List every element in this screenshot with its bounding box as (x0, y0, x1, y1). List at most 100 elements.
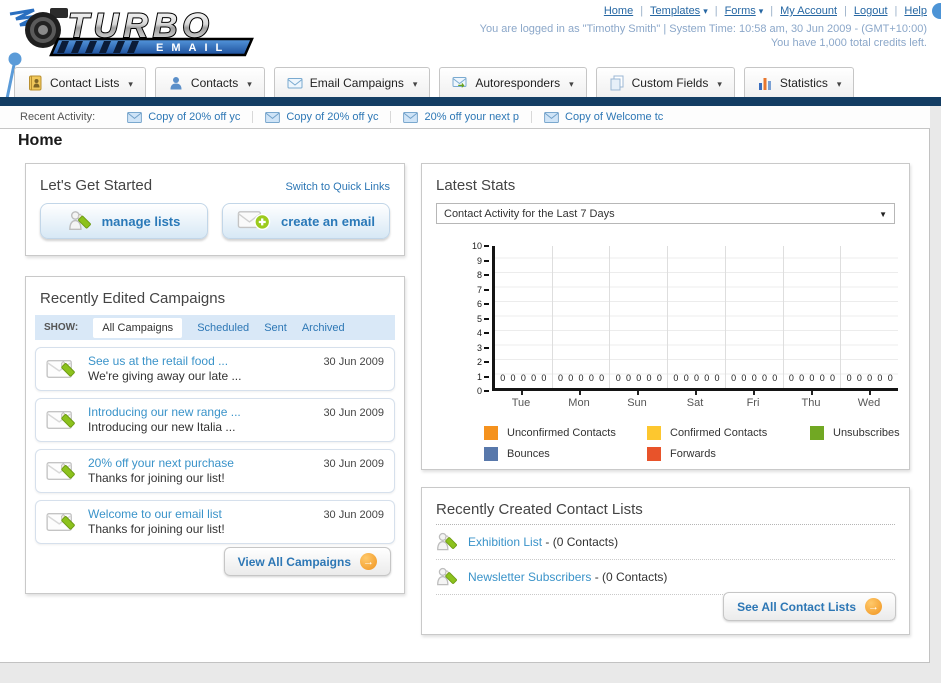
campaign-date: 30 Jun 2009 (323, 458, 384, 470)
nav-tab-custom-fields[interactable]: Custom Fields (595, 67, 735, 97)
y-axis-tick: 8 (477, 270, 489, 280)
y-axis-tick: 1 (477, 372, 489, 382)
person-pencil-icon (437, 532, 457, 551)
envelope-pencil-icon (46, 512, 75, 532)
nav-tab-autoresponders[interactable]: Autoresponders (439, 67, 587, 97)
campaign-list-item[interactable]: Welcome to our email list Thanks for join… (35, 500, 395, 544)
create-email-button[interactable]: create an email (222, 203, 390, 239)
legend-item: Bounces (484, 447, 639, 461)
top-link-home[interactable]: Home (604, 5, 633, 17)
envelope-icon (287, 77, 303, 88)
bar-value-label: 0 (761, 373, 767, 383)
x-axis-label: Wed (840, 391, 898, 409)
legend-item: Forwards (647, 447, 802, 461)
envelope-pencil-icon (46, 410, 75, 430)
chart-plot-area: 00000000000000000000000000000000000 (492, 246, 898, 391)
bar-value-label: 0 (636, 373, 642, 383)
bar-value-label: 0 (683, 373, 689, 383)
campaign-title-link[interactable]: Introducing our new range ... (88, 405, 313, 420)
nav-tab-statistics[interactable]: Statistics (743, 67, 855, 97)
turbo-email-logo[interactable]: TURBO EMAIL (6, 2, 268, 60)
view-all-campaigns-button[interactable]: View All Campaigns (223, 547, 391, 576)
bar-value-label: 0 (510, 373, 516, 383)
login-info: You are logged in as "Timothy Smith" | S… (480, 22, 927, 50)
top-link-my-account[interactable]: My Account (780, 5, 837, 17)
recent-activity-item[interactable]: Copy of 20% off yc (115, 111, 254, 123)
see-all-contact-lists-label: See All Contact Lists (737, 599, 856, 614)
app-window: TURBO EMAIL Home Templates Forms (0, 0, 941, 683)
nav-tab-email-campaigns[interactable]: Email Campaigns (273, 67, 431, 97)
chart-day-group: 00000 (610, 246, 669, 388)
y-axis-tick: 10 (472, 241, 489, 251)
top-link-forms[interactable]: Forms (725, 5, 764, 17)
recent-activity-item[interactable]: Copy of 20% off yc (253, 111, 392, 123)
nav-tab-label: Autoresponders (475, 75, 561, 90)
campaign-list-item[interactable]: 20% off your next purchase Thanks for joi… (35, 449, 395, 493)
logo-sub-text: EMAIL (156, 42, 230, 54)
chart-x-axis: Tue Mon Sun Sat Fri Thu Wed (492, 391, 898, 409)
envelope-icon (544, 111, 559, 123)
chart-legend: Unconfirmed Contacts Confirmed Contacts Un… (484, 426, 900, 461)
contact-list-name-link[interactable]: Newsletter Subscribers (468, 570, 591, 584)
tab-sent[interactable]: Sent (264, 322, 287, 334)
switch-quick-links[interactable]: Switch to Quick Links (285, 181, 390, 193)
campaign-list-item[interactable]: Introducing our new range ... Introducing… (35, 398, 395, 442)
corner-dot-decoration (932, 3, 941, 19)
top-link-logout[interactable]: Logout (854, 5, 888, 17)
contact-list-item[interactable]: Exhibition List - (0 Contacts) (436, 525, 895, 560)
top-link-help[interactable]: Help (904, 5, 927, 17)
see-all-contact-lists-button[interactable]: See All Contact Lists (723, 592, 896, 621)
recent-activity-item[interactable]: 20% off your next p (391, 111, 533, 123)
tab-scheduled[interactable]: Scheduled (197, 322, 249, 334)
bar-value-label: 0 (557, 373, 563, 383)
campaign-subtitle: We're giving away our late ... (88, 369, 242, 383)
chevron-down-icon (715, 76, 722, 90)
campaign-title-link[interactable]: Welcome to our email list (88, 507, 313, 522)
campaigns-title: Recently Edited Campaigns (40, 290, 226, 307)
main-nav: Contact Lists Contacts Email Campaigns A… (0, 66, 941, 97)
bar-chart-icon (758, 77, 771, 90)
chart-day-group: 00000 (553, 246, 611, 388)
campaign-title-link[interactable]: 20% off your next purchase (88, 456, 313, 471)
manage-lists-button[interactable]: manage lists (40, 203, 208, 239)
envelope-pencil-icon (46, 359, 75, 379)
tab-archived[interactable]: Archived (302, 322, 345, 334)
bar-value-label: 0 (531, 373, 537, 383)
y-axis-tick: 0 (477, 386, 489, 396)
stats-period-select[interactable]: Contact Activity for the Last 7 Days (436, 203, 895, 224)
y-axis-tick: 2 (477, 357, 489, 367)
envelope-plus-icon (237, 211, 271, 230)
top-nav: Home Templates Forms My Account Logout H… (604, 5, 927, 17)
chevron-down-icon (245, 76, 252, 90)
chevron-down-icon (411, 76, 418, 90)
campaign-title-link[interactable]: See us at the retail food ... (88, 354, 313, 369)
bar-value-label: 0 (500, 373, 506, 383)
bar-value-label: 0 (615, 373, 621, 383)
credits-line: You have 1,000 total credits left. (770, 37, 927, 49)
contact-list-item[interactable]: Newsletter Subscribers - (0 Contacts) (436, 560, 895, 595)
legend-label: Confirmed Contacts (670, 427, 768, 439)
bar-value-label: 0 (673, 373, 679, 383)
legend-swatch (484, 447, 498, 461)
top-link-templates[interactable]: Templates (650, 5, 708, 17)
contact-list-name-link[interactable]: Exhibition List (468, 535, 542, 549)
recent-activity-item[interactable]: Copy of Welcome tc (532, 111, 675, 123)
bar-value-label: 0 (541, 373, 547, 383)
bar-value-label: 0 (819, 373, 825, 383)
y-axis-tick: 5 (477, 314, 489, 324)
x-axis-label: Sat (666, 391, 724, 409)
contact-list-detail: - (0 Contacts) (594, 570, 668, 584)
campaign-list-item[interactable]: See us at the retail food ... We're givin… (35, 347, 395, 391)
legend-item: Unconfirmed Contacts (484, 426, 639, 440)
divider (640, 5, 643, 17)
nav-tab-label: Statistics (779, 75, 828, 90)
tab-all-campaigns[interactable]: All Campaigns (93, 317, 183, 338)
x-axis-label: Sun (608, 391, 666, 409)
chart-day-group: 00000 (784, 246, 842, 388)
person-pencil-icon (437, 567, 457, 586)
nav-tab-contacts[interactable]: Contacts (154, 67, 265, 97)
stats-period-selected-option: Contact Activity for the Last 7 Days (444, 207, 615, 220)
nav-tab-contact-lists[interactable]: Contact Lists (14, 67, 146, 97)
chart-day-group: 00000 (841, 246, 898, 388)
chevron-down-icon (126, 76, 133, 90)
